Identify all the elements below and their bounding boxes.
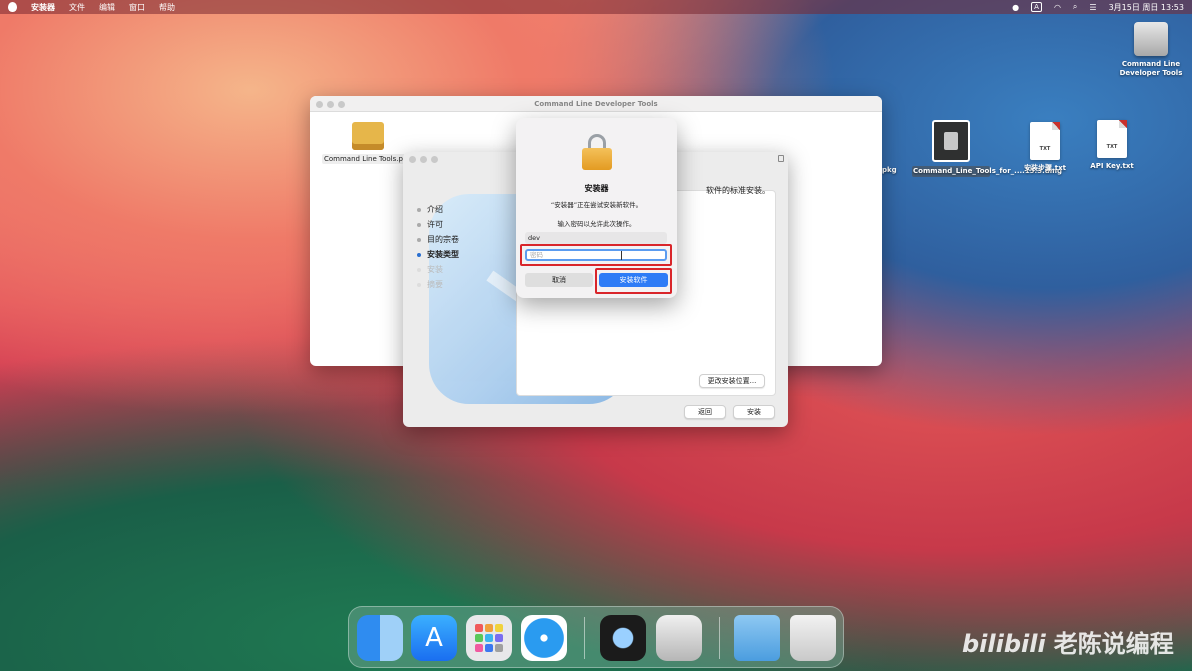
channel-name: 老陈说编程 xyxy=(1053,630,1174,658)
menu-app-name[interactable]: 安装器 xyxy=(31,2,55,13)
launchpad-dock-icon[interactable] xyxy=(466,615,512,661)
menu-window[interactable]: 窗口 xyxy=(129,2,145,13)
step-label: 安装 xyxy=(427,265,443,274)
step-license: 许可 xyxy=(417,217,459,232)
file-type-tag: TXT xyxy=(1039,146,1051,152)
dialog-prompt: 输入密码以允许此次操作。 xyxy=(557,220,636,228)
desktop-item-developer-tools[interactable]: Command Line Developer Tools xyxy=(1118,22,1184,78)
step-label: 介绍 xyxy=(427,205,443,214)
step-bullet xyxy=(417,282,421,287)
dock-separator xyxy=(584,617,585,659)
app-store-dock-icon[interactable]: A xyxy=(411,615,457,661)
menu-file[interactable]: 文件 xyxy=(69,2,85,13)
dock: A xyxy=(348,606,844,668)
step-bullet xyxy=(417,252,421,257)
pkg-file-label[interactable]: Command Line Tools.p xyxy=(322,154,405,164)
dmg-icon xyxy=(932,120,970,162)
menu-clock[interactable]: 3月15日 周日 13:53 xyxy=(1109,2,1184,13)
desktop-item-steps-txt[interactable]: TXT 安装步骤.txt xyxy=(1016,122,1074,173)
step-bullet xyxy=(417,237,421,242)
downloads-folder-dock-icon[interactable] xyxy=(734,615,780,661)
text-cursor-icon xyxy=(621,251,622,260)
drive-icon xyxy=(1134,22,1168,56)
cancel-button[interactable]: 取消 xyxy=(525,273,593,287)
close-window-button[interactable] xyxy=(316,101,323,108)
step-bullet xyxy=(417,222,421,227)
apple-menu-icon[interactable] xyxy=(8,2,17,12)
step-destination: 目的宗卷 xyxy=(417,232,459,247)
finder-titlebar: Command Line Developer Tools xyxy=(310,96,882,112)
pkg-icon[interactable] xyxy=(352,122,384,150)
desktop-item-label: API Key.txt xyxy=(1090,162,1134,170)
minimize-window-button[interactable] xyxy=(420,156,427,163)
menu-help[interactable]: 帮助 xyxy=(159,2,175,13)
installer-dock-icon[interactable] xyxy=(656,615,702,661)
input-method-icon[interactable]: A xyxy=(1031,2,1042,12)
desktop-item-label: 安装步骤.txt xyxy=(1024,164,1066,172)
bilibili-logo: bilibili xyxy=(962,630,1046,658)
quicktime-dock-icon[interactable] xyxy=(600,615,646,661)
step-install-type: 安装类型 xyxy=(417,247,459,262)
desktop-item-api-key-txt[interactable]: TXT API Key.txt xyxy=(1084,120,1140,171)
desktop-item-label: Command Line Developer Tools xyxy=(1119,60,1183,77)
file-type-tag: TXT xyxy=(1106,144,1118,150)
control-center-icon[interactable]: ☰ xyxy=(1089,3,1096,12)
zoom-window-button[interactable] xyxy=(431,156,438,163)
install-type-description: 软件的标准安装。 xyxy=(706,186,770,195)
close-window-button[interactable] xyxy=(409,156,416,163)
password-highlight-box xyxy=(520,244,672,266)
trash-dock-icon[interactable] xyxy=(790,615,836,661)
lock-icon xyxy=(778,155,784,162)
step-bullet xyxy=(417,207,421,212)
step-label: 摘要 xyxy=(427,280,443,289)
text-file-icon: TXT xyxy=(1030,122,1060,160)
change-location-button[interactable]: 更改安装位置... xyxy=(699,374,765,388)
text-file-icon: TXT xyxy=(1097,120,1127,158)
search-icon[interactable]: ⌕ xyxy=(1073,2,1077,12)
step-intro: 介绍 xyxy=(417,202,459,217)
dialog-message: “安装器”正在尝试安装新软件。 xyxy=(550,201,643,209)
step-label: 目的宗卷 xyxy=(427,235,459,244)
confirm-highlight-box xyxy=(595,268,672,294)
minimize-window-button[interactable] xyxy=(327,101,334,108)
back-button[interactable]: 返回 xyxy=(684,405,726,419)
step-label: 安装类型 xyxy=(427,250,459,259)
safari-dock-icon[interactable] xyxy=(521,615,567,661)
dock-separator xyxy=(719,617,720,659)
desktop-item-dmg[interactable]: Command_Line_Tools_for_....15.3.dmg xyxy=(912,120,1063,177)
wifi-icon[interactable]: ◠ xyxy=(1054,3,1061,12)
menu-edit[interactable]: 编辑 xyxy=(99,2,115,13)
username-field[interactable]: dev xyxy=(525,232,667,244)
watermark: bilibili 老陈说编程 xyxy=(962,624,1174,659)
step-label: 许可 xyxy=(427,220,443,229)
menu-bar: 安装器 文件 编辑 窗口 帮助 ● A ◠ ⌕ ☰ 3月15日 周日 13:53 xyxy=(0,0,1192,14)
zoom-window-button[interactable] xyxy=(338,101,345,108)
installer-steps: 介绍 许可 目的宗卷 安装类型 安装 摘要 xyxy=(417,202,459,292)
record-icon[interactable]: ● xyxy=(1012,3,1019,12)
install-button[interactable]: 安装 xyxy=(733,405,775,419)
dialog-title: 安装器 xyxy=(584,184,609,193)
finder-dock-icon[interactable] xyxy=(357,615,403,661)
step-bullet xyxy=(417,267,421,272)
lock-icon xyxy=(582,134,612,170)
step-summary: 摘要 xyxy=(417,277,459,292)
desktop-item-label: Command_Line_Tools_for_....15.3.dmg xyxy=(912,166,1063,177)
window-title: Command Line Developer Tools xyxy=(534,100,658,108)
step-install: 安装 xyxy=(417,262,459,277)
